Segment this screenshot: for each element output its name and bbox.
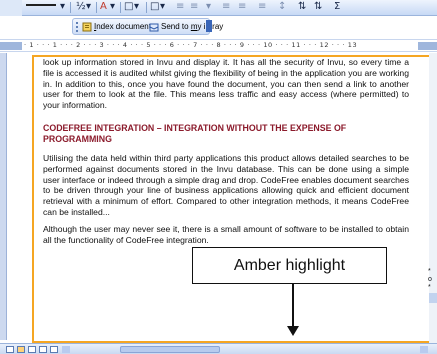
browse-object-controls[interactable]: * o * — [428, 268, 432, 292]
sort-ascending-icon[interactable]: ⇅ — [298, 1, 306, 13]
vertical-ruler[interactable] — [0, 53, 7, 340]
document-text: look up information stored in Invu and d… — [43, 57, 409, 245]
annotation-callout: Amber highlight — [192, 247, 387, 284]
callout-arrow-head-icon — [287, 326, 299, 336]
index-document-icon — [82, 22, 92, 32]
autoformat-icon[interactable]: ≡ — [258, 1, 266, 13]
normal-view-button[interactable] — [6, 346, 14, 353]
toolbar-grip-icon[interactable] — [76, 22, 78, 32]
invu-toolbar-body: Index document Send to my intray — [72, 18, 223, 35]
toolbar-separator — [146, 2, 147, 13]
ruler-left-margin — [0, 42, 22, 50]
dropdown-arrow-icon[interactable]: ▾ — [160, 1, 165, 13]
horizontal-ruler[interactable]: · 1 · · · 1 · · · 2 · · · 3 · · · 4 · · … — [0, 39, 437, 52]
select-browse-object-icon[interactable]: o — [428, 276, 432, 284]
paragraph: Although the user may never see it, ther… — [43, 223, 409, 245]
align-icon[interactable]: ▾ — [206, 1, 211, 13]
distribute-rows-icon[interactable]: ≡ — [222, 1, 230, 13]
table-icon[interactable]: ≡ — [176, 1, 184, 13]
toolbar-grip[interactable] — [0, 0, 22, 16]
toolbar-separator — [96, 2, 97, 13]
scroll-left-arrow-icon[interactable] — [62, 346, 70, 353]
dropdown-arrow-icon[interactable]: ▾ — [60, 1, 65, 13]
section-heading: CODEFREE INTEGRATION – INTEGRATION WITHO… — [43, 122, 347, 144]
reading-layout-view-button[interactable] — [50, 346, 58, 353]
border-icon[interactable]: □ — [124, 1, 133, 13]
dropdown-arrow-icon[interactable]: ▾ — [110, 1, 115, 13]
shading-icon[interactable]: □ — [150, 1, 159, 13]
invu-toolbar: Index document Send to my intray — [0, 16, 437, 38]
line-weight-icon[interactable]: ½ — [76, 1, 86, 13]
text-direction-icon[interactable]: ↕ — [278, 1, 286, 13]
distribute-columns-icon[interactable]: ≡ — [238, 1, 246, 13]
dropdown-arrow-icon[interactable]: ▾ — [134, 1, 139, 13]
paragraph: look up information stored in Invu and d… — [43, 57, 409, 111]
index-document-button[interactable]: Index document — [94, 21, 151, 32]
previous-page-icon[interactable]: * — [428, 268, 432, 276]
paragraph: Utilising the data held within third par… — [43, 152, 409, 217]
next-page-icon[interactable]: * — [428, 284, 432, 292]
toolbar-separator — [70, 2, 71, 13]
send-to-intray-button[interactable]: Send to my intray — [161, 21, 223, 32]
document-page[interactable]: look up information stored in Invu and d… — [8, 53, 434, 343]
view-bar — [0, 343, 437, 354]
toolbar-options-button[interactable] — [206, 20, 212, 32]
ruler-scale: · 1 · · · 1 · · · 2 · · · 3 · · · 4 · · … — [24, 41, 358, 49]
dropdown-arrow-icon[interactable]: ▾ — [86, 1, 91, 13]
callout-label: Amber highlight — [233, 256, 346, 274]
scroll-arrow-icon[interactable] — [429, 293, 437, 303]
callout-arrow-line — [292, 284, 294, 326]
autosum-icon[interactable]: Σ — [334, 1, 340, 13]
web-layout-view-button[interactable] — [17, 346, 25, 353]
vertical-scrollbar[interactable] — [429, 53, 437, 343]
ruler-right-margin — [418, 42, 437, 50]
scroll-right-arrow-icon[interactable] — [420, 346, 428, 353]
send-to-intray-label-prefix: Send to — [161, 22, 191, 31]
horizontal-scroll-thumb[interactable] — [120, 346, 220, 353]
print-layout-view-button[interactable] — [28, 346, 36, 353]
toolbar-separator — [120, 2, 121, 13]
index-document-label: ndex document — [96, 22, 151, 31]
outline-view-button[interactable] — [39, 346, 47, 353]
line-style-icon[interactable] — [26, 4, 56, 6]
merge-cells-icon[interactable]: ≡ — [190, 1, 198, 13]
font-color-icon[interactable]: A — [100, 1, 107, 13]
formatting-toolbar: ▾ ½ ▾ A ▾ □ ▾ □ ▾ ≡ ≡ ▾ ≡ ≡ ≡ ↕ ⇅ ⇅ Σ — [0, 0, 437, 16]
send-to-intray-icon — [149, 23, 159, 32]
sort-descending-icon[interactable]: ⇅ — [314, 1, 322, 13]
